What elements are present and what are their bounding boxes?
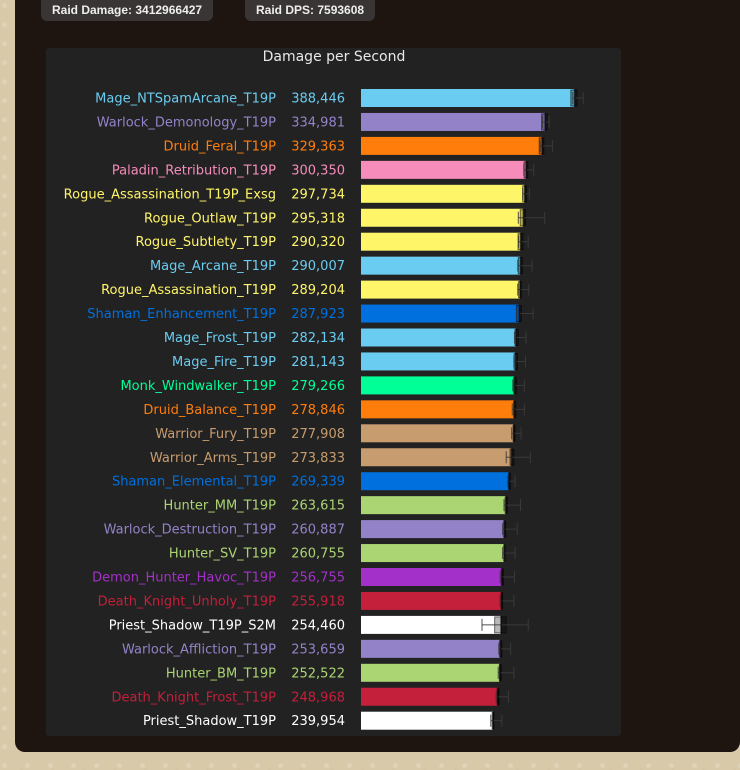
bar-label: Death_Knight_Frost_T19P: [111, 690, 276, 705]
bar-value-label: 260,755: [291, 547, 345, 562]
bar: [361, 376, 515, 395]
bar-label: Rogue_Subtlety_T19P: [136, 235, 277, 250]
bar-label: Mage_Frost_T19P: [164, 331, 276, 346]
bar-value-label: 254,460: [291, 618, 345, 633]
bar-label: Warrior_Fury_T19P: [155, 427, 276, 442]
bar-label: Mage_Arcane_T19P: [150, 259, 276, 274]
bar: [361, 568, 503, 586]
bar: [361, 304, 520, 323]
chart-title: Damage per Second: [263, 49, 406, 65]
dps-chart-panel: Damage per Second Mage_NTSpamArcane_T19P…: [46, 48, 621, 736]
bar-value-label: 248,968: [291, 690, 345, 705]
bar-label: Warlock_Demonology_T19P: [97, 115, 276, 130]
bar-value-label: 282,134: [291, 331, 345, 346]
bar-value-label: 290,007: [291, 259, 345, 274]
bar-label: Hunter_BM_T19P: [166, 666, 276, 681]
bar-value-label: 290,320: [291, 235, 345, 250]
bar-value-label: 263,615: [291, 499, 345, 514]
bar: [361, 639, 501, 658]
bar-label: Priest_Shadow_T19P: [143, 714, 276, 729]
bar-value-label: 252,522: [291, 666, 345, 681]
bar: [361, 472, 510, 491]
bar-value-label: 281,143: [291, 355, 345, 370]
bar-value-label: 297,734: [291, 187, 345, 202]
bar: [361, 663, 500, 682]
bar: [361, 160, 527, 179]
dps-chart: Damage per Second Mage_NTSpamArcane_T19P…: [64, 49, 584, 730]
bar-value-label: 273,833: [291, 451, 345, 466]
bar-label: Death_Knight_Unholy_T19P: [98, 594, 277, 609]
bar-value-label: 269,339: [291, 475, 345, 490]
bar-label: Rogue_Assassination_T19P_Exsg: [64, 187, 276, 202]
bar-value-label: 329,363: [291, 139, 345, 154]
bar-value-label: 260,887: [291, 523, 345, 538]
bar: [361, 687, 498, 706]
bar-value-label: 278,846: [291, 403, 345, 418]
bar: [361, 89, 575, 107]
bar-value-label: 300,350: [291, 163, 345, 178]
bar-label: Druid_Balance_T19P: [143, 403, 276, 418]
bar: [361, 280, 521, 299]
bar-label: Rogue_Outlaw_T19P: [144, 211, 276, 226]
bar-label: Warrior_Arms_T19P: [150, 451, 276, 466]
bar-label: Priest_Shadow_T19P_S2M: [109, 618, 276, 633]
bar: [361, 208, 524, 227]
bar-value-label: 256,755: [291, 571, 345, 586]
bar: [361, 232, 521, 251]
bar-label: Hunter_SV_T19P: [169, 547, 276, 562]
bar-label: Mage_NTSpamArcane_T19P: [95, 92, 276, 107]
bar-label: Warlock_Destruction_T19P: [104, 523, 277, 538]
bar: [361, 448, 512, 467]
bar-label: Hunter_MM_T19P: [164, 499, 277, 514]
bar: [361, 424, 514, 443]
bar-label: Rogue_Assassination_T19P: [101, 283, 276, 298]
bar: [361, 544, 505, 563]
bar: [361, 328, 517, 347]
raid-dps-badge: Raid DPS: 7593608: [245, 0, 376, 21]
bar: [361, 256, 521, 275]
bar: [361, 711, 493, 730]
bar: [361, 184, 525, 203]
bar-value-label: 287,923: [291, 307, 345, 322]
bar-label: Druid_Feral_T19P: [164, 139, 277, 154]
bar: [361, 591, 502, 610]
bar: [361, 136, 543, 155]
bar-value-label: 255,918: [291, 594, 345, 609]
bar: [361, 400, 515, 419]
bar-label: Paladin_Retribution_T19P: [112, 163, 276, 178]
bar: [361, 352, 516, 371]
bar: [361, 496, 506, 515]
raid-damage-badge: Raid Damage: 3412966427: [41, 0, 214, 21]
bar-label: Mage_Fire_T19P: [172, 355, 276, 370]
bar-value-label: 388,446: [291, 92, 345, 107]
bar-label: Shaman_Enhancement_T19P: [87, 307, 276, 322]
bar-value-label: 289,204: [291, 283, 345, 298]
bar-value-label: 253,659: [291, 642, 345, 657]
bar-value-label: 295,318: [291, 211, 345, 226]
bar: [361, 112, 546, 131]
bar-label: Shaman_Elemental_T19P: [112, 475, 276, 490]
bar-value-label: 239,954: [291, 714, 345, 729]
bar-value-label: 277,908: [291, 427, 345, 442]
bar-label: Warlock_Affliction_T19P: [122, 642, 276, 657]
bar: [361, 520, 505, 539]
bar-value-label: 334,981: [291, 115, 345, 130]
bar-value-label: 279,266: [291, 379, 345, 394]
bar-label: Monk_Windwalker_T19P: [120, 379, 276, 394]
bar-label: Demon_Hunter_Havoc_T19P: [92, 571, 276, 586]
bar: [361, 615, 501, 634]
